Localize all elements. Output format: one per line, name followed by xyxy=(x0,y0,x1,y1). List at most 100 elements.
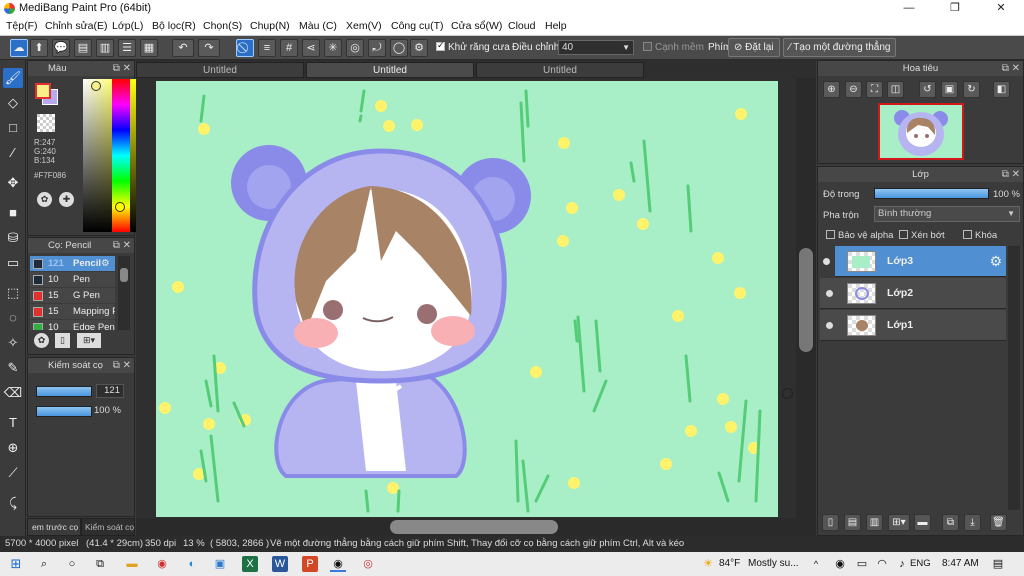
speech-bubble-icon[interactable]: 💬 xyxy=(52,39,70,57)
save-icon[interactable]: ⬆ xyxy=(30,39,48,57)
app-icon-red[interactable]: ◉ xyxy=(154,556,170,572)
brush-item[interactable]: 10 Pen xyxy=(30,272,115,287)
grid-layout-icon[interactable]: ▦ xyxy=(140,39,158,57)
visibility-icon[interactable] xyxy=(826,290,833,297)
speaker-icon[interactable]: ♪ xyxy=(894,556,910,572)
language-indicator[interactable]: ENG xyxy=(910,558,931,569)
minimize-button[interactable]: — xyxy=(886,0,932,17)
lasso-tool-icon[interactable]: ◌ xyxy=(3,308,23,328)
add-layer-menu-icon[interactable]: ⊞▾ xyxy=(888,514,910,531)
app-tray-icon[interactable]: ◉ xyxy=(832,556,848,572)
clock[interactable]: 8:47 AM xyxy=(942,558,979,569)
brush-item[interactable]: 15Mapping Pen xyxy=(30,304,115,319)
blend-mode-select[interactable]: Bình thường ▼ xyxy=(874,206,1020,222)
zoom-out-icon[interactable]: ⊖ xyxy=(845,81,862,98)
ellipse-snap-icon[interactable]: ◯ xyxy=(390,39,408,57)
task-view-icon[interactable]: ⧉ xyxy=(92,556,108,572)
cloud-icon[interactable]: ☁ xyxy=(10,39,28,57)
new-layer-icon[interactable]: ▯ xyxy=(822,514,839,531)
brush-size-slider[interactable] xyxy=(36,386,92,397)
antialias-checkbox[interactable]: Khử răng cưa xyxy=(436,40,510,53)
tab-untitled-2[interactable]: Untitled xyxy=(306,62,474,78)
reset-button[interactable]: ⊘ Đặt lại xyxy=(728,38,780,57)
add-brush-menu-icon[interactable]: ⊞▾ xyxy=(77,333,101,348)
brush-item[interactable]: 10 Edge Pen xyxy=(30,320,115,330)
palette-icon[interactable]: ✿ xyxy=(37,192,52,207)
parallel-snap-icon[interactable]: ≡ xyxy=(258,39,276,57)
menu-file[interactable]: Tệp(F) xyxy=(6,20,38,32)
wifi-icon[interactable]: ◠ xyxy=(874,556,890,572)
menu-view[interactable]: Xem(V) xyxy=(346,20,382,32)
close-button[interactable]: ✕ xyxy=(978,0,1024,17)
curve-snap-icon[interactable]: ⤾ xyxy=(368,39,386,57)
select-pen-tool-icon[interactable]: ✎ xyxy=(3,358,23,378)
divide-tool-icon[interactable]: ⟋ xyxy=(3,463,23,483)
vertical-scroll-thumb[interactable] xyxy=(799,248,813,352)
eraser-tool-icon[interactable]: ◇ xyxy=(3,93,23,113)
new-halftone-layer-icon[interactable]: ▤ xyxy=(844,514,861,531)
medibang-taskbar-icon[interactable]: ◉ xyxy=(330,556,346,572)
picker-handle[interactable] xyxy=(91,81,101,91)
magic-wand-tool-icon[interactable]: ✧ xyxy=(3,333,23,353)
visibility-icon[interactable] xyxy=(823,258,830,265)
list-icon[interactable]: ☰ xyxy=(118,39,136,57)
store-icon[interactable]: ▣ xyxy=(212,556,228,572)
panel-close-icon[interactable]: ⧉ ✕ xyxy=(1002,167,1020,182)
clipping-checkbox[interactable]: Xén bớt xyxy=(899,230,945,241)
text-tool-icon[interactable]: T xyxy=(3,413,23,433)
visibility-icon[interactable] xyxy=(826,322,833,329)
gear-icon[interactable]: ⚙ xyxy=(989,253,1002,270)
redo-icon[interactable]: ↷ xyxy=(198,39,220,57)
lock-checkbox[interactable]: Khóa xyxy=(963,230,997,241)
merge-down-icon[interactable]: ⤓ xyxy=(964,514,981,531)
flip-icon[interactable]: ◧ xyxy=(993,81,1010,98)
adjust-select[interactable]: 40 ▼ xyxy=(558,40,634,55)
new-1bit-layer-icon[interactable]: ▥ xyxy=(866,514,883,531)
folder-icon[interactable]: ▬ xyxy=(914,514,931,531)
actual-size-icon[interactable]: ◫ xyxy=(887,81,904,98)
menu-window[interactable]: Cửa sổ(W) xyxy=(451,20,502,32)
menu-cloud[interactable]: Cloud xyxy=(508,20,535,32)
select-eraser-tool-icon[interactable]: ⌫ xyxy=(3,383,23,403)
layer-opacity-slider[interactable] xyxy=(874,188,989,199)
panel-close-icon[interactable]: ⧉ ✕ xyxy=(113,358,131,373)
maximize-button[interactable]: ❐ xyxy=(932,0,978,17)
gradient-tool-icon[interactable]: ▭ xyxy=(3,253,23,273)
snap-settings-icon[interactable]: ⚙ xyxy=(410,39,428,57)
edge-icon[interactable]: ◐ xyxy=(184,556,200,572)
eyedropper-tool-icon[interactable]: ⤹ xyxy=(3,493,23,513)
circle-snap-icon[interactable]: ◎ xyxy=(346,39,364,57)
tab-untitled-3[interactable]: Untitled xyxy=(476,62,644,78)
rotate-left-icon[interactable]: ↺ xyxy=(919,81,936,98)
panel-icon[interactable]: ▤ xyxy=(74,39,92,57)
layer-list-scrollbar[interactable] xyxy=(1008,246,1020,510)
fill-rect-tool-icon[interactable]: ■ xyxy=(3,203,23,223)
layer-row-2[interactable]: Lớp2 xyxy=(820,278,1006,309)
layer-row-3[interactable]: Lớp3 ⚙ xyxy=(835,246,1006,277)
palette-add-icon[interactable]: ✚ xyxy=(59,192,74,207)
panel-close-icon[interactable]: ⧉ ✕ xyxy=(1002,61,1020,76)
tab-untitled-1[interactable]: Untitled xyxy=(136,62,304,78)
panel-close-icon[interactable]: ⧉ ✕ xyxy=(113,238,131,253)
grid-snap-icon[interactable]: # xyxy=(280,39,298,57)
brush-size-value[interactable]: 121 xyxy=(96,384,124,398)
chevron-up-icon[interactable]: ^ xyxy=(808,556,824,572)
tab-brush-control[interactable]: Kiểm soát cọ xyxy=(81,518,135,536)
brush-settings-icon[interactable]: ✿ xyxy=(34,333,49,348)
menu-layer[interactable]: Lớp(L) xyxy=(112,20,143,32)
soft-edge-checkbox[interactable]: Cạnh mềm xyxy=(643,42,704,53)
menu-tools[interactable]: Công cụ(T) xyxy=(391,20,444,32)
move-tool-icon[interactable]: ✥ xyxy=(3,173,23,193)
word-icon[interactable]: W xyxy=(272,556,288,572)
dot-tool-icon[interactable]: ⁄ xyxy=(3,143,23,163)
foreground-color-swatch[interactable] xyxy=(35,83,51,99)
panel-close-icon[interactable]: ⧉ ✕ xyxy=(113,61,131,76)
rotate-right-icon[interactable]: ↻ xyxy=(963,81,980,98)
undo-icon[interactable]: ↶ xyxy=(172,39,194,57)
operation-tool-icon[interactable]: ⊕ xyxy=(3,438,23,458)
brush-opacity-slider[interactable] xyxy=(36,406,92,417)
new-brush-icon[interactable]: ▯ xyxy=(55,333,70,348)
notification-icon[interactable]: ▤ xyxy=(990,556,1006,572)
bucket-tool-icon[interactable]: ⛁ xyxy=(3,228,23,248)
page-icon[interactable]: ▥ xyxy=(96,39,114,57)
